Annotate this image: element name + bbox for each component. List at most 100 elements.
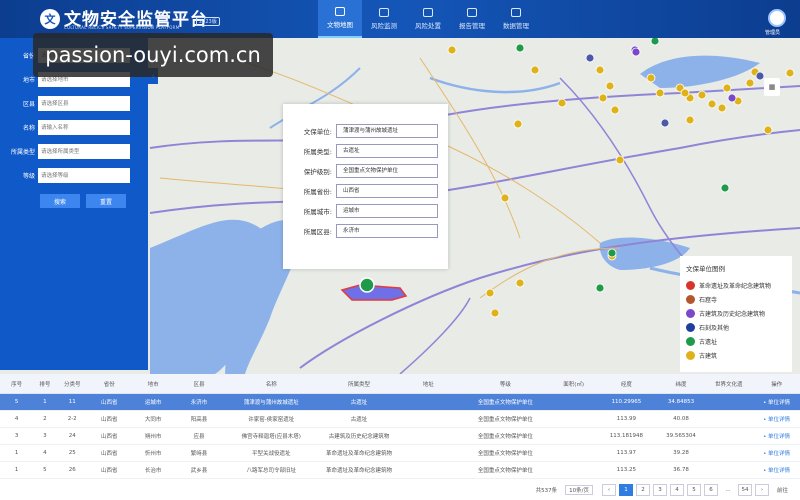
table-cell: 全国重点文物保护单位 [477,451,533,457]
table-cell: 革命遗址及革命纪念建筑物 [326,468,393,474]
table-cell: 忻州市 [144,451,162,457]
detail-link[interactable]: • 单位详情 [753,411,800,427]
table-cell [552,462,595,478]
table-body: 5 1 11 山西省 运城市 永济市 蒲津渡与蒲州故城遗址 古遗址 全国重点文物保护单位 110.… [0,394,800,479]
popup-label: 文保单位: [303,128,332,136]
goto-page[interactable]: 前往 [777,486,788,494]
column-header: 排号 [39,381,51,388]
level-select[interactable] [38,168,130,183]
map-icon [335,7,345,16]
detail-link[interactable]: • 单位详情 [753,394,800,410]
nav-item-risk-monitor[interactable]: 风险监测 [362,0,406,38]
filter-panel: 省份 地市 区县 名称 所属类型 等级 搜索 重置 [0,38,148,370]
detail-link[interactable]: • 单位详情 [753,428,800,444]
table-cell: 山西省 [101,468,118,474]
page-button[interactable]: 5 [686,484,701,496]
clipboard-icon [423,8,433,17]
nav-item-map[interactable]: 文物地图 [318,0,362,38]
table-cell: 4 [14,416,19,422]
table-cell: 蒲津渡与蒲州故城遗址 [243,400,299,406]
table-cell: 26 [68,467,76,473]
popup-row: 所属省份: 山西省 [291,184,438,198]
legend-item: 古建筑 [686,348,786,362]
name-input[interactable] [38,120,130,135]
table-cell: 34.84853 [667,399,695,405]
legend-label: 古建筑 [699,352,718,360]
legend-label: 石窟寺 [699,296,718,304]
table-cell: 1 [43,399,47,405]
table-row[interactable]: 4 2 2-2 山西省 大同市 阳高县 许家窑-侯家窑遗址 古遗址 全国重点文物保护单位 113.… [0,411,800,428]
table-row[interactable]: 5 1 11 山西省 运城市 永济市 蒲津渡与蒲州故城遗址 古遗址 全国重点文物保护单位 110.… [0,394,800,411]
table-cell [552,428,595,444]
page-size-select[interactable]: 10条/页 [565,485,593,495]
prev-page-button[interactable]: ‹ [601,484,616,496]
table-cell: 古遗址 [350,400,368,406]
table-row[interactable]: 3 3 24 山西省 朔州市 应县 佛宫寺释迦塔(应县木塔) 古建筑及历史纪念建筑物 全国重点文… [0,428,800,445]
column-header: 操作 [771,381,783,388]
detail-link[interactable]: • 单位详情 [753,462,800,478]
type-select[interactable] [38,144,130,159]
column-header: 地市 [147,381,159,388]
popup-value: 永济市 [336,224,438,238]
search-button[interactable]: 搜索 [40,194,80,208]
grotto-icon [686,294,695,304]
filter-label: 区县 [22,101,35,108]
table-cell [552,411,595,427]
table-cell: 永济市 [190,400,208,406]
table-cell: 应县 [193,434,205,440]
user-avatar[interactable] [768,9,786,27]
page-button[interactable]: 6 [703,484,718,496]
filter-row-type: 所属类型 [8,144,130,159]
table-cell: 运城市 [144,400,162,406]
nav-item-reports[interactable]: 报告管理 [450,0,494,38]
page-ellipsis: ... [720,484,735,496]
table-cell [552,445,595,461]
page-button[interactable]: 1 [618,484,633,496]
table-cell [398,411,458,427]
page-button[interactable]: 2 [635,484,650,496]
popup-label: 所属类型: [303,148,332,156]
table-cell: 24 [68,433,76,439]
table-cell [398,445,458,461]
reset-button[interactable]: 重置 [86,194,126,208]
column-header: 纬度 [675,381,687,388]
table-cell: 4 [43,450,47,456]
popup-value: 运城市 [336,204,438,218]
filter-row-district: 区县 [8,96,130,111]
table-cell: 许家窑-侯家窑遗址 [248,417,295,423]
legend-label: 古遗址 [699,338,718,346]
table-cell [704,462,753,478]
nav-item-risk-handling[interactable]: 风险处置 [406,0,450,38]
nav-item-data[interactable]: 数据管理 [494,0,538,38]
legend-label: 革命遗址及革命纪念建筑物 [699,282,772,290]
table-row[interactable]: 1 4 25 山西省 忻州市 繁峙县 平型关战役遗址 革命遗址及革命纪念建筑物 全国重点文物保护… [0,445,800,462]
legend-item: 石刻及其他 [686,320,786,334]
page-button[interactable]: 54 [737,484,752,496]
table-cell: 2-2 [67,416,77,422]
page-button[interactable]: 4 [669,484,684,496]
page-button[interactable]: 3 [652,484,667,496]
district-select[interactable] [38,96,130,111]
legend-title: 文保单位图例 [686,265,725,273]
next-page-button[interactable]: › [754,484,769,496]
nav-item-label: 文物地图 [327,21,353,29]
popup-label: 所属城市: [303,208,332,216]
table-cell [704,411,753,427]
column-header: 地址 [422,381,434,388]
table-cell: 古遗址 [350,417,368,423]
filter-label: 地市 [22,77,35,84]
popup-row: 所属城市: 运城市 [291,204,438,218]
layers-icon[interactable]: ▦ [764,78,780,96]
table-cell: 113.97 [616,450,636,456]
ancient-building-memorial-icon [686,308,695,318]
column-header: 经度 [620,381,632,388]
detail-link[interactable]: • 单位详情 [753,445,800,461]
column-header: 分类号 [63,381,81,388]
table-cell: 113.25 [616,467,636,473]
table-row[interactable]: 1 5 26 山西省 长治市 武乡县 八路军总司令部旧址 革命遗址及革命纪念建筑物 全国重点文物… [0,462,800,479]
app-subtitle: CULTURAL RELICS SAFETY SUPERVISION PLATF… [64,25,180,30]
filter-label: 所属类型 [10,149,35,156]
popup-value: 古遗址 [336,144,438,158]
table-cell [704,445,753,461]
popup-label: 所属省份: [303,188,332,196]
